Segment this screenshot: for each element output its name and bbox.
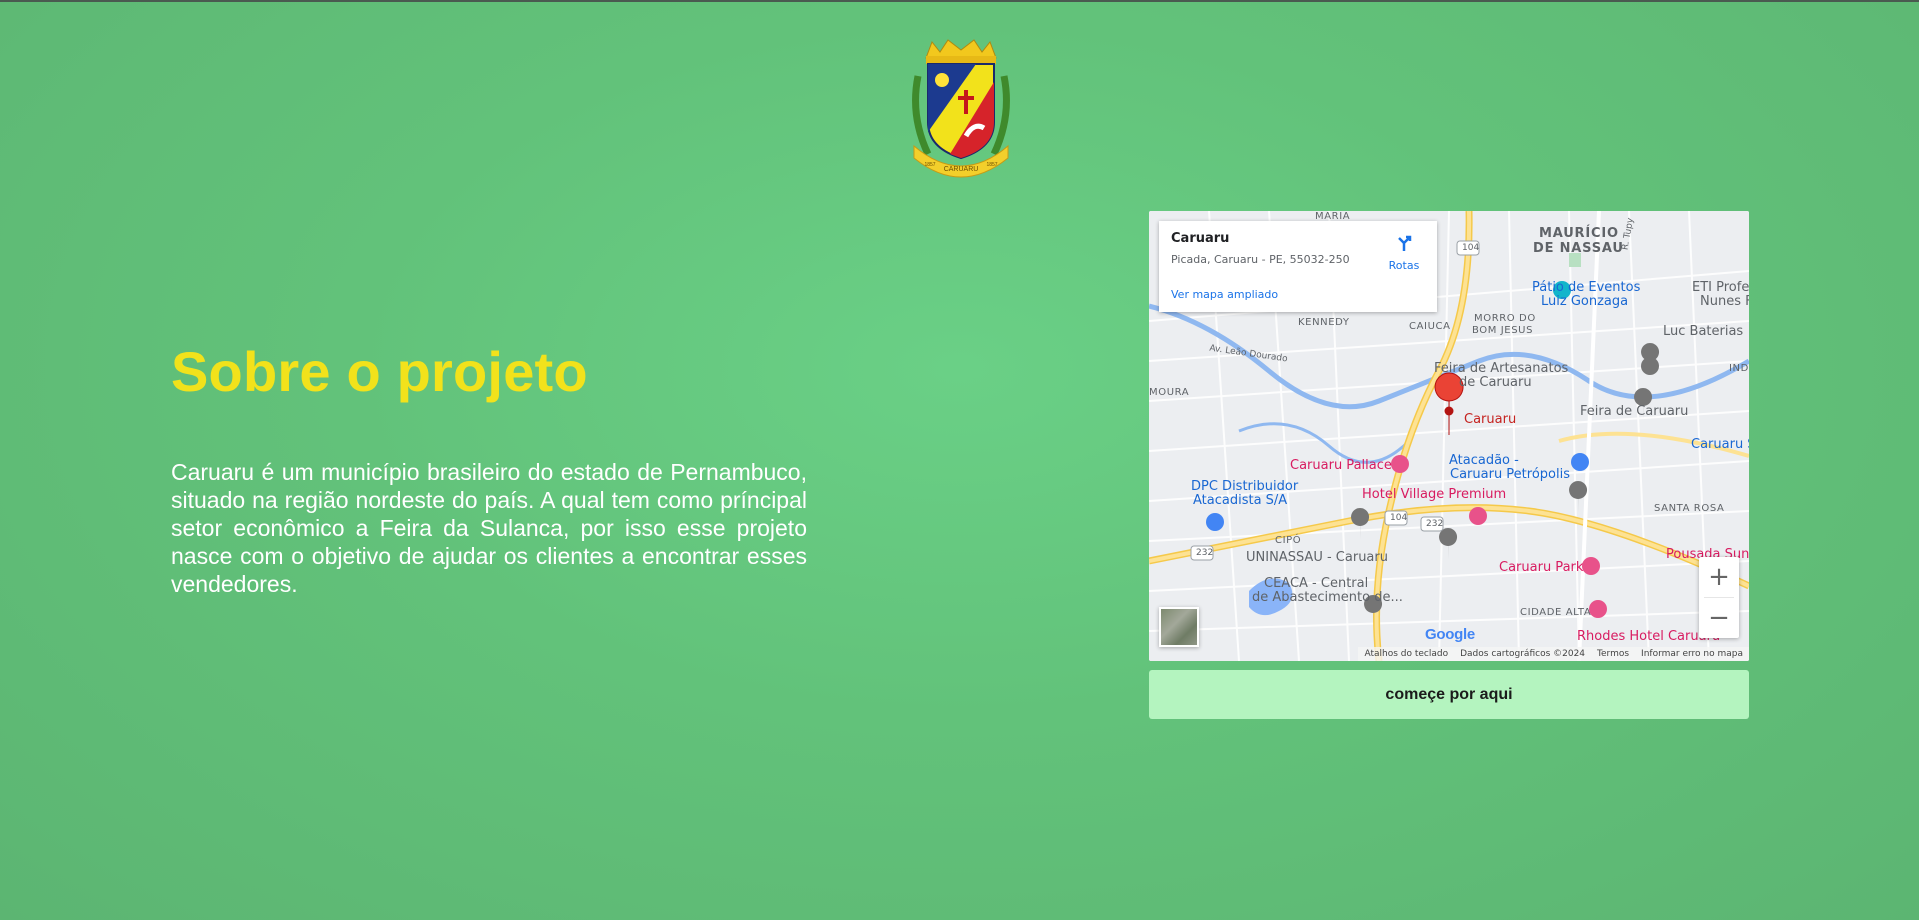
map-label-feira: Feira de Caruaru xyxy=(1580,404,1689,419)
map-label-ceaca: CEACA - Central xyxy=(1264,576,1369,591)
map-attribution: Atalhos do teclado Dados cartográficos ©… xyxy=(1358,647,1749,661)
map-label-bom-jesus: BOM JESUS xyxy=(1472,325,1534,336)
map-label-atacadista: Atacadista S/A xyxy=(1193,493,1288,508)
map-label-petropolis: Caruaru Petrópolis xyxy=(1450,467,1570,482)
google-logo-text: Google xyxy=(1425,626,1475,643)
map-label-dpc: DPC Distribuidor xyxy=(1191,479,1299,494)
about-title: Sobre o projeto xyxy=(171,340,588,403)
map-label-pallace: Caruaru Pallace xyxy=(1290,458,1392,473)
google-logo: Google xyxy=(1425,626,1475,643)
map-label-moura: MOURA xyxy=(1149,387,1190,398)
top-border xyxy=(0,0,1919,2)
embedded-map[interactable]: Caruaru Picada, Caruaru - PE, 55032-250 … xyxy=(1149,211,1749,661)
zoom-controls: + − xyxy=(1699,557,1739,638)
road-shield-232-east: 232 xyxy=(1426,519,1444,529)
map-marker-label: Caruaru xyxy=(1464,412,1517,427)
keyboard-shortcuts-link[interactable]: Atalhos do teclado xyxy=(1364,649,1448,659)
map-label-luiz: Luiz Gonzaga xyxy=(1541,294,1629,309)
directions-label: Rotas xyxy=(1388,259,1420,272)
directions-icon xyxy=(1398,235,1412,251)
map-label-caiuca: CAIUCA xyxy=(1409,321,1451,332)
crest-name: CARUARU xyxy=(944,166,979,173)
about-description: Caruaru é um município brasileiro do est… xyxy=(171,459,807,597)
zoom-out-button[interactable]: − xyxy=(1699,598,1739,638)
start-here-button[interactable]: começe por aqui xyxy=(1149,670,1749,719)
report-error-link[interactable]: Informar erro no mapa xyxy=(1641,649,1743,659)
caruaru-crest-logo: CARUARU 1857 1857 xyxy=(912,39,1010,178)
map-label-eti: ETI Profe xyxy=(1692,280,1749,295)
road-shield-104-south: 104 xyxy=(1390,513,1408,523)
terms-link[interactable]: Termos xyxy=(1597,649,1629,659)
map-label-luc: Luc Baterias xyxy=(1663,324,1744,339)
crest-year-right: 1857 xyxy=(986,162,997,168)
place-info-card: Caruaru Picada, Caruaru - PE, 55032-250 … xyxy=(1159,221,1437,312)
map-label-park: Caruaru Park xyxy=(1499,560,1584,575)
map-label-cidade-alta: CIDADE ALTA xyxy=(1520,607,1592,618)
map-label-village: Hotel Village Premium xyxy=(1362,487,1507,502)
map-label-ind: IND xyxy=(1729,363,1749,374)
map-label-de-nassau: DE NASSAU xyxy=(1533,241,1624,256)
crest-year-left: 1857 xyxy=(924,162,935,168)
map-label-atacadao: Atacadão - xyxy=(1449,453,1519,468)
directions-button[interactable]: Rotas xyxy=(1381,233,1427,272)
map-label-uninassau: UNINASSAU - Caruaru xyxy=(1246,550,1388,565)
zoom-in-button[interactable]: + xyxy=(1699,557,1739,597)
about-section: Sobre o projeto Caruaru é um município b… xyxy=(171,340,807,598)
map-label-nunes: Nunes F xyxy=(1700,294,1749,309)
road-shield-232-west: 232 xyxy=(1196,548,1214,558)
satellite-toggle-button[interactable] xyxy=(1159,607,1199,647)
map-label-mauricio: MAURÍCIO xyxy=(1539,226,1619,241)
road-shield-104-north: 104 xyxy=(1462,243,1480,253)
map-label-maria: MARIA xyxy=(1315,211,1351,222)
map-label-de-caruaru: de Caruaru xyxy=(1459,375,1532,390)
map-data-credit: Dados cartográficos ©2024 xyxy=(1460,649,1586,659)
map-label-kennedy: KENNEDY xyxy=(1298,317,1350,328)
map-label-caruaru-s: Caruaru S xyxy=(1691,437,1749,452)
map-label-feira-art: Feira de Artesanatos xyxy=(1434,361,1569,376)
map-label-patio: Pátio de Eventos xyxy=(1532,280,1641,295)
map-label-cipo: CIPÓ xyxy=(1275,535,1302,546)
map-label-abastecimento: de Abastecimento de... xyxy=(1252,590,1403,605)
map-label-santa-rosa: SANTA ROSA xyxy=(1654,503,1725,514)
larger-map-link[interactable]: Ver mapa ampliado xyxy=(1171,288,1278,301)
map-label-morro: MORRO DO xyxy=(1474,313,1536,324)
